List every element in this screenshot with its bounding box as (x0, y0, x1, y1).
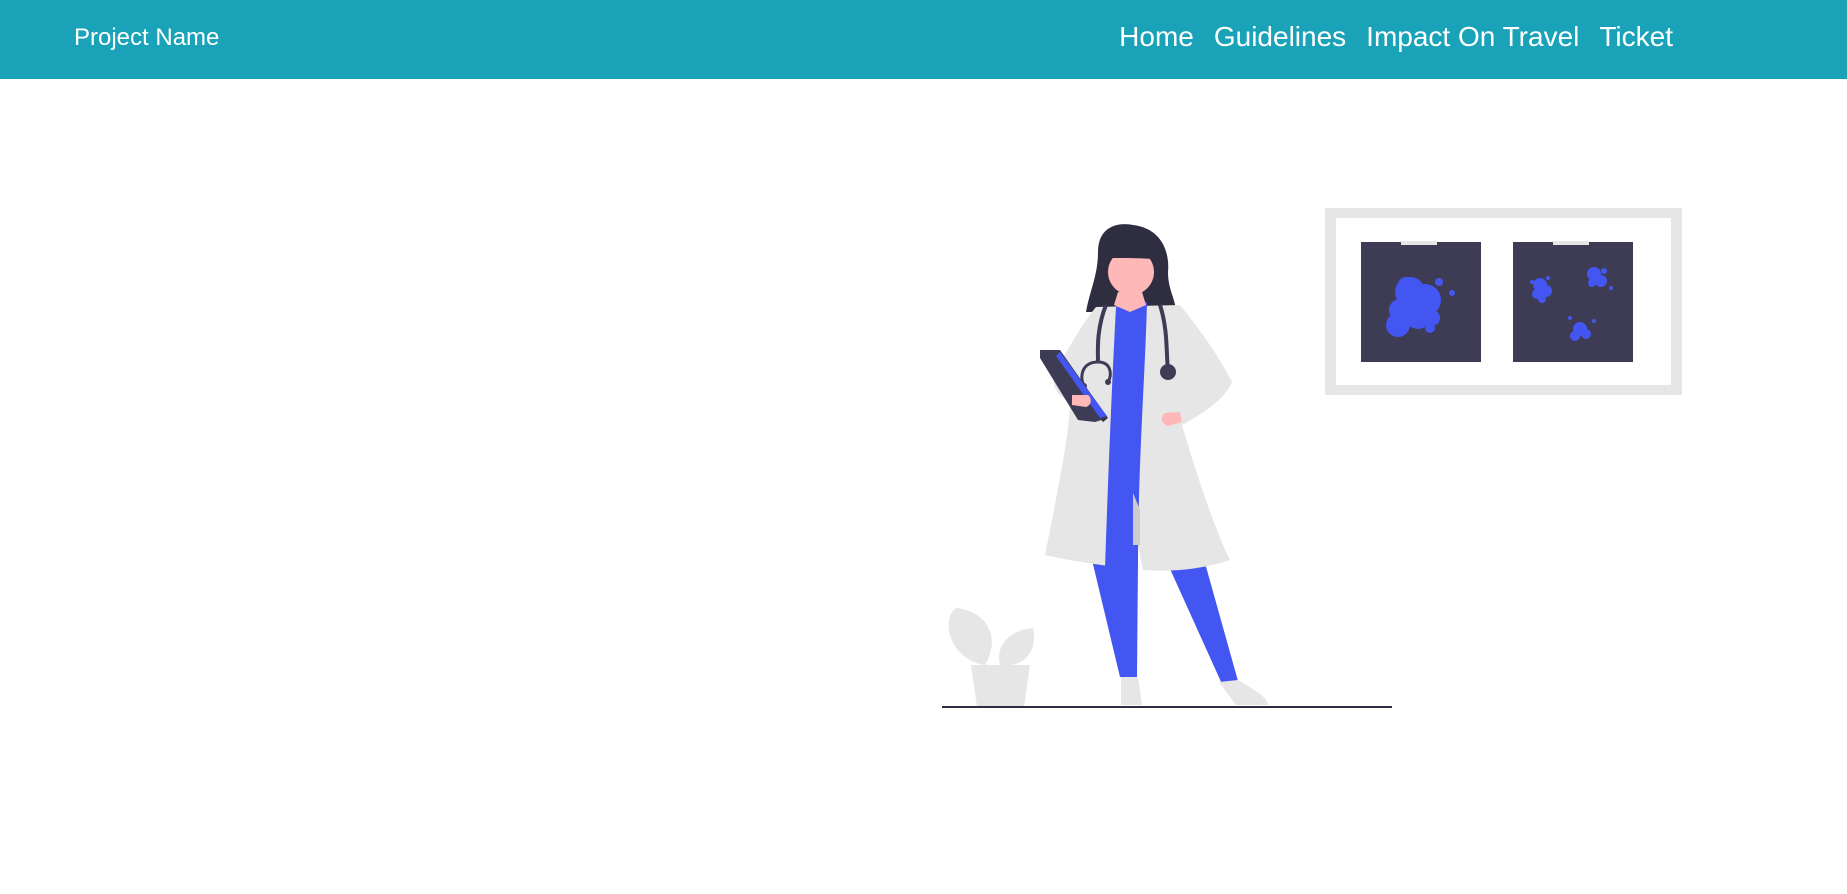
stethoscope-chestpiece (1160, 364, 1176, 380)
xray-clip-left (1401, 241, 1437, 245)
brand-link[interactable]: Project Name (74, 24, 219, 52)
leg-right (1166, 560, 1238, 684)
plant-leaf-left (948, 608, 992, 665)
shoe-left (1121, 677, 1142, 705)
doctor (1040, 224, 1268, 705)
stethoscope-ear-right (1105, 379, 1111, 385)
xray-frame (1325, 208, 1682, 395)
nav-link-impact-on-travel[interactable]: Impact On Travel (1366, 21, 1579, 53)
doctor-illustration (942, 208, 1682, 708)
nav-link-ticket[interactable]: Ticket (1599, 21, 1673, 53)
shoe-right (1219, 680, 1268, 705)
nav-links: Home Guidelines Impact On Travel Ticket (1119, 21, 1673, 53)
xray-panel-right (1513, 242, 1633, 362)
plant-leaf-right (999, 628, 1035, 666)
leg-left (1092, 560, 1138, 677)
plant (948, 608, 1035, 707)
hand-left (1072, 395, 1091, 407)
plant-pot (971, 665, 1030, 707)
nav-link-home[interactable]: Home (1119, 21, 1194, 53)
nav-link-guidelines[interactable]: Guidelines (1214, 21, 1346, 53)
top-navbar: Project Name Home Guidelines Impact On T… (0, 0, 1847, 79)
xray-clip-right (1553, 241, 1589, 245)
